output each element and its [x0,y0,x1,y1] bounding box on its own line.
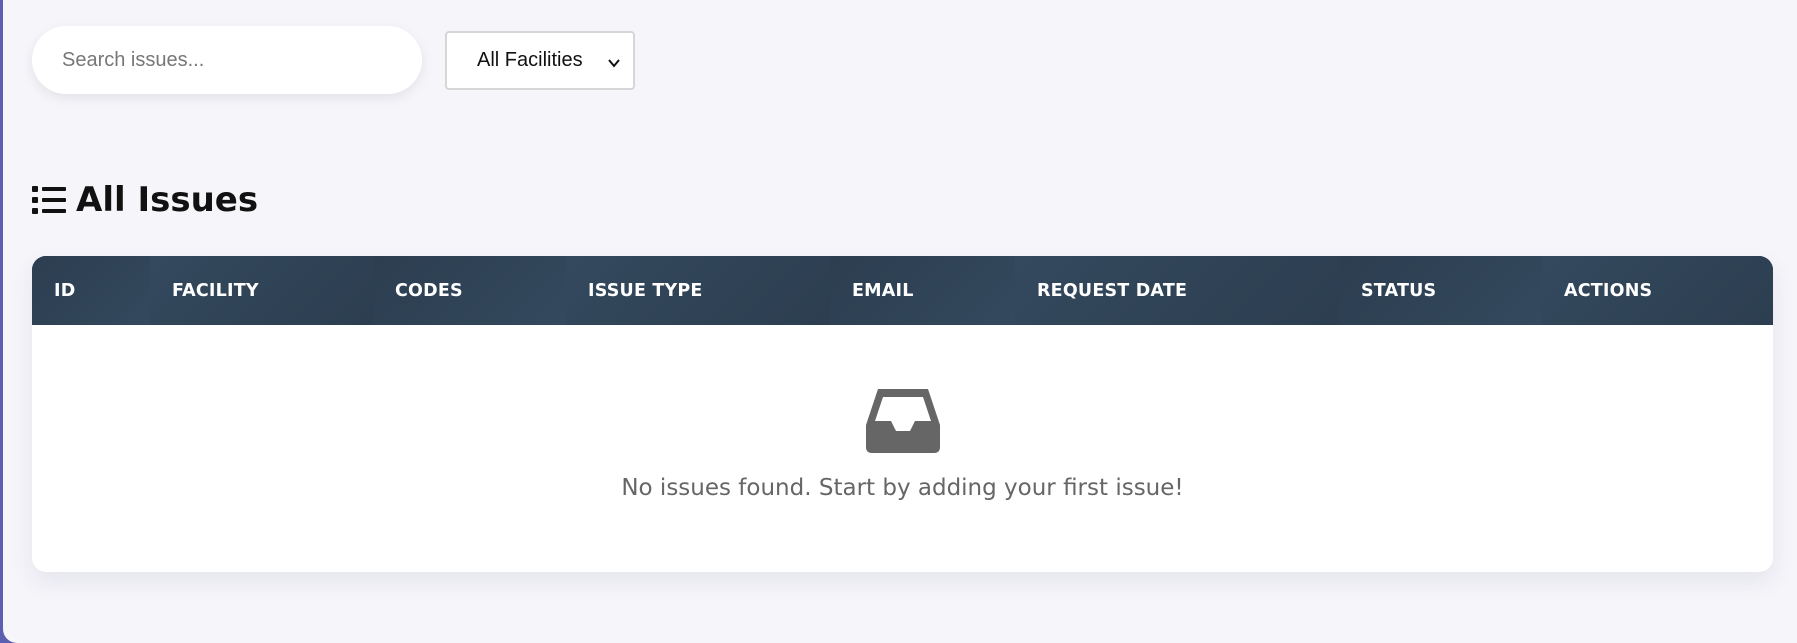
inbox-icon [865,389,940,453]
column-header-actions[interactable]: ACTIONS [1542,256,1773,325]
column-header-issue-type[interactable]: ISSUE TYPE [566,256,830,325]
filter-bar: All Facilities [32,26,635,94]
column-header-email[interactable]: EMAIL [830,256,1015,325]
column-header-codes[interactable]: CODES [373,256,566,325]
page-title: All Issues [76,180,259,220]
page: All Facilities All Issues ID FACILITY [3,0,1797,643]
column-header-request-date[interactable]: REQUEST DATE [1015,256,1339,325]
column-header-status[interactable]: STATUS [1339,256,1542,325]
table-header: ID FACILITY CODES ISSUE TYPE EMAIL REQUE… [32,256,1773,325]
empty-state: No issues found. Start by adding your fi… [32,325,1773,572]
facility-select[interactable]: All Facilities [445,30,635,90]
empty-message: No issues found. Start by adding your fi… [621,475,1184,501]
column-header-id[interactable]: ID [32,256,150,325]
chevron-down-icon [607,53,621,68]
list-icon [32,185,66,215]
search-input[interactable] [32,26,422,94]
section-heading: All Issues [32,180,258,220]
column-header-facility[interactable]: FACILITY [150,256,373,325]
issues-table: ID FACILITY CODES ISSUE TYPE EMAIL REQUE… [32,256,1773,572]
facility-select-value: All Facilities [477,48,583,71]
